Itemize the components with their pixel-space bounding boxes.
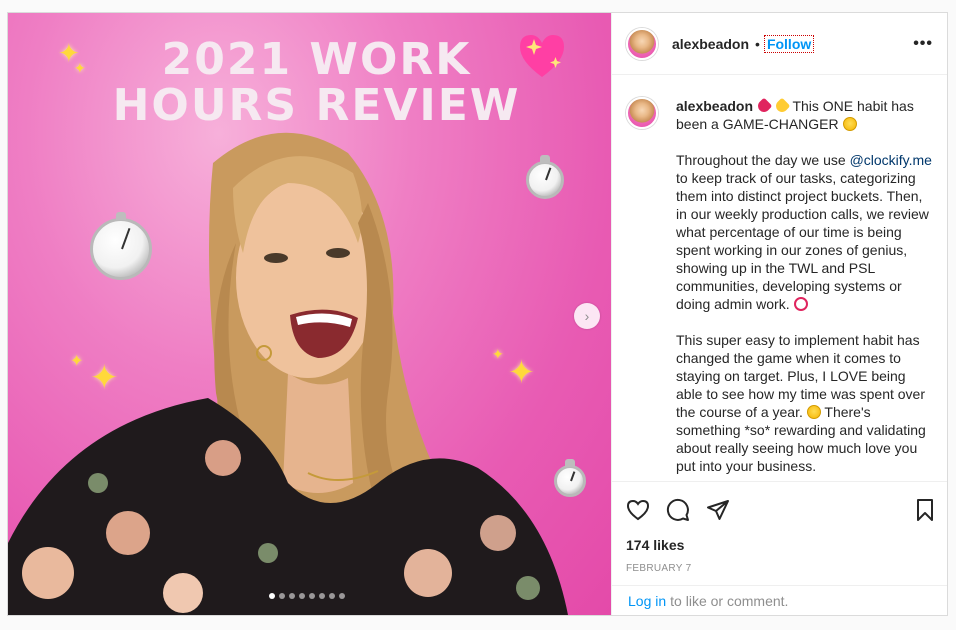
yellow-heart-icon xyxy=(773,97,791,115)
header-separator: • xyxy=(755,35,760,52)
like-heart-icon[interactable] xyxy=(626,498,650,522)
share-icon[interactable] xyxy=(706,498,730,522)
instagram-post: 2021 WORK HOURS REVIEW ✦ ✦ ✦ ✦ ✦ ✦ › ale… xyxy=(7,12,948,616)
avatar[interactable] xyxy=(626,27,658,60)
stopwatch-icon xyxy=(526,155,564,199)
caption-p3-before: This super easy to implement habit has c… xyxy=(676,332,926,420)
caption-text: alexbeadon This ONE habit has been a GAM… xyxy=(676,97,933,475)
post-date[interactable]: FEBRUARY 7 xyxy=(612,563,947,581)
sparkles-icon: ✦ xyxy=(74,61,86,77)
comment-icon[interactable] xyxy=(666,498,690,522)
carousel-dot xyxy=(329,593,335,599)
avatar[interactable] xyxy=(626,97,658,129)
sparkles-icon: ✦ xyxy=(492,347,504,363)
stopwatch-icon xyxy=(90,212,152,280)
caption-area: alexbeadon This ONE habit has been a GAM… xyxy=(612,75,947,481)
login-prompt: Log in to like or comment. xyxy=(612,585,947,615)
carousel-dot xyxy=(339,593,345,599)
carousel-dot xyxy=(279,593,285,599)
login-link[interactable]: Log in xyxy=(628,593,666,609)
sparkles-icon: ✦ xyxy=(70,351,84,370)
mention-link[interactable]: @clockify.me xyxy=(850,152,932,168)
carousel-dots xyxy=(269,593,345,599)
follow-button[interactable]: Follow xyxy=(763,34,815,53)
sparkling-heart-icon xyxy=(520,35,564,77)
alarm-clock-icon xyxy=(793,297,808,311)
login-prompt-text: to like or comment. xyxy=(670,592,789,609)
carousel-dot xyxy=(309,593,315,599)
post-side-panel: alexbeadon • Follow ••• alexbeadon This … xyxy=(611,13,947,615)
like-count[interactable]: 174 likes xyxy=(612,537,947,557)
carousel-dot xyxy=(289,593,295,599)
carousel-dot xyxy=(269,593,275,599)
caption-row: alexbeadon This ONE habit has been a GAM… xyxy=(626,97,933,475)
bookmark-icon[interactable] xyxy=(913,498,937,522)
post-image-carousel[interactable]: 2021 WORK HOURS REVIEW ✦ ✦ ✦ ✦ ✦ ✦ › xyxy=(8,13,611,615)
star-struck-face-icon xyxy=(842,117,857,131)
caption-p2-after: to keep track of our tasks, categorizing… xyxy=(676,170,929,312)
caption-username[interactable]: alexbeadon xyxy=(676,98,753,114)
hugging-face-icon xyxy=(806,405,821,419)
stopwatch-icon xyxy=(554,459,586,497)
image-title-line-2: HOURS REVIEW xyxy=(112,80,521,132)
carousel-dot xyxy=(319,593,325,599)
action-bar xyxy=(612,481,947,537)
more-options-icon[interactable]: ••• xyxy=(913,35,933,53)
carousel-next-button[interactable]: › xyxy=(574,303,600,329)
chevron-right-icon: › xyxy=(584,308,590,324)
post-header: alexbeadon • Follow ••• xyxy=(612,13,947,75)
sparkles-icon: ✦ xyxy=(90,358,119,398)
header-username[interactable]: alexbeadon xyxy=(672,36,749,52)
broken-heart-icon xyxy=(755,97,773,115)
carousel-dot xyxy=(299,593,305,599)
sparkles-icon: ✦ xyxy=(508,353,535,391)
caption-p2-before: Throughout the day we use xyxy=(676,152,850,168)
